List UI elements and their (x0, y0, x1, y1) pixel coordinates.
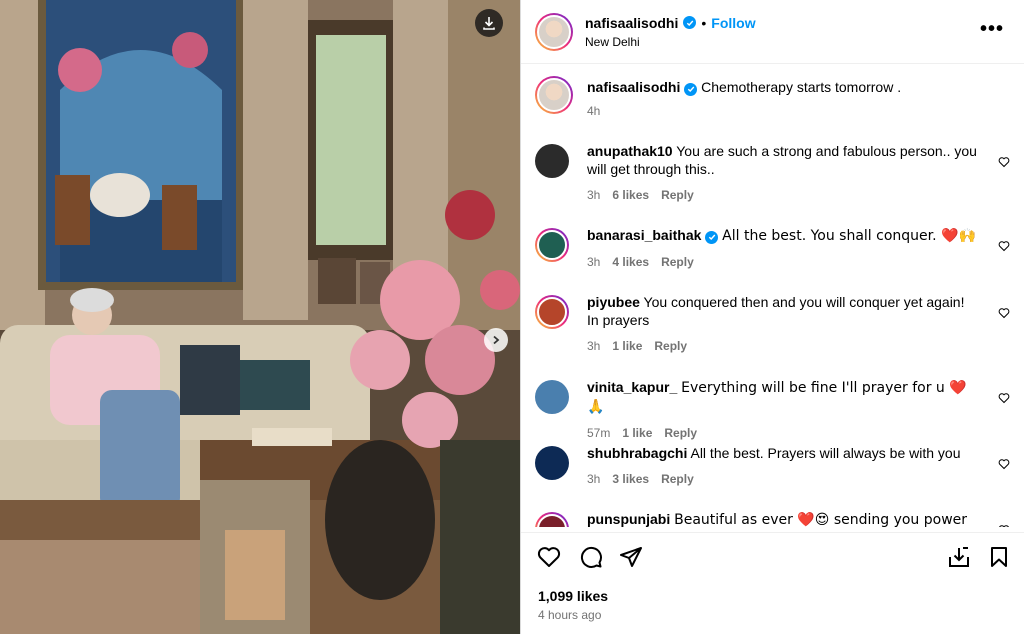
verified-badge-icon (684, 82, 698, 96)
heart-icon[interactable] (998, 307, 1010, 319)
comment-item: vinita_kapur_ Everything will be fine I'… (535, 378, 1012, 442)
comment-text: All the best. Prayers will always be wit… (690, 445, 961, 461)
comment-time: 3h (587, 339, 601, 353)
caption-username[interactable]: nafisaalisodhi (587, 79, 680, 95)
caption-time: 4h (587, 104, 601, 118)
post-time: 4 hours ago (538, 608, 602, 622)
reply-button[interactable]: Reply (661, 470, 694, 488)
reply-button[interactable]: Reply (661, 253, 694, 271)
comment-likes[interactable]: 6 likes (612, 186, 649, 204)
comment-username[interactable]: piyubee (587, 294, 640, 310)
comment-username[interactable]: banarasi_baithak (587, 227, 701, 243)
heart-icon[interactable] (998, 156, 1010, 168)
avatar[interactable] (535, 446, 569, 480)
post-photo[interactable] (0, 0, 520, 634)
comment-likes[interactable]: 3 likes (612, 470, 649, 488)
comment-icon[interactable] (579, 545, 603, 569)
verified-badge-icon (705, 230, 719, 244)
comment-username[interactable]: vinita_kapur_ (587, 379, 677, 395)
share-icon[interactable] (619, 545, 643, 569)
comment-time: 57m (587, 426, 611, 440)
living-room-image (0, 0, 520, 634)
comment-username[interactable]: shubhrabagchi (587, 445, 687, 461)
avatar[interactable] (535, 228, 569, 262)
comment-username[interactable]: anupathak10 (587, 143, 673, 159)
follow-button[interactable]: Follow (711, 15, 755, 31)
heart-icon[interactable] (998, 240, 1010, 252)
comment-time: 3h (587, 472, 601, 486)
heart-icon[interactable] (537, 545, 561, 569)
comment-time: 3h (587, 188, 601, 202)
avatar[interactable] (535, 295, 569, 329)
comment-time: 3h (587, 255, 601, 269)
separator-dot: • (701, 14, 707, 31)
comment-item: shubhrabagchi All the best. Prayers will… (535, 444, 1012, 488)
avatar[interactable] (535, 12, 573, 51)
heart-icon[interactable] (998, 458, 1010, 470)
verified-badge-icon (683, 16, 697, 29)
avatar[interactable] (535, 380, 569, 414)
save-to-icon[interactable] (947, 545, 971, 569)
comments-list[interactable]: nafisaalisodhi Chemotherapy starts tomor… (521, 64, 1024, 527)
more-options-icon[interactable]: ••• (980, 18, 1004, 41)
download-button[interactable] (475, 9, 503, 37)
post-header: nafisaalisodhi • Follow New Delhi ••• (521, 0, 1024, 64)
download-icon (483, 17, 495, 30)
comment-likes[interactable]: 1 like (622, 424, 652, 442)
next-photo-button[interactable] (484, 328, 508, 352)
comment-text: You conquered then and you will conquer … (587, 294, 965, 328)
bookmark-icon[interactable] (987, 545, 1011, 569)
comment-item: banarasi_baithak All the best. You shall… (535, 226, 1012, 271)
comment-likes[interactable]: 1 like (612, 337, 642, 355)
reply-button[interactable]: Reply (664, 424, 697, 442)
avatar[interactable] (535, 144, 569, 178)
chevron-right-icon (493, 335, 500, 345)
action-bar (521, 532, 1024, 580)
reply-button[interactable]: Reply (654, 337, 687, 355)
post-location[interactable]: New Delhi (585, 35, 756, 49)
reply-button[interactable]: Reply (661, 186, 694, 204)
comment-username[interactable]: punspunjabi (587, 511, 670, 527)
comment-item: piyubee You conquered then and you will … (535, 293, 1012, 355)
comment-likes[interactable]: 4 likes (612, 253, 649, 271)
avatar[interactable] (535, 76, 573, 114)
comment-text: All the best. You shall conquer. ❤️🙌 (722, 228, 976, 244)
caption: nafisaalisodhi Chemotherapy starts tomor… (535, 76, 1012, 120)
heart-icon[interactable] (998, 524, 1010, 527)
comment-item: punspunjabi Beautiful as ever ❤️😍 sendin… (535, 510, 1012, 527)
post-username[interactable]: nafisaalisodhi (585, 15, 678, 31)
caption-text: Chemotherapy starts tomorrow . (701, 79, 902, 95)
heart-icon[interactable] (998, 392, 1010, 404)
likes-count[interactable]: 1,099 likes (538, 588, 608, 604)
comment-item: anupathak10 You are such a strong and fa… (535, 142, 1012, 204)
avatar[interactable] (535, 512, 569, 527)
post-detail-panel: nafisaalisodhi • Follow New Delhi ••• na… (520, 0, 1024, 634)
